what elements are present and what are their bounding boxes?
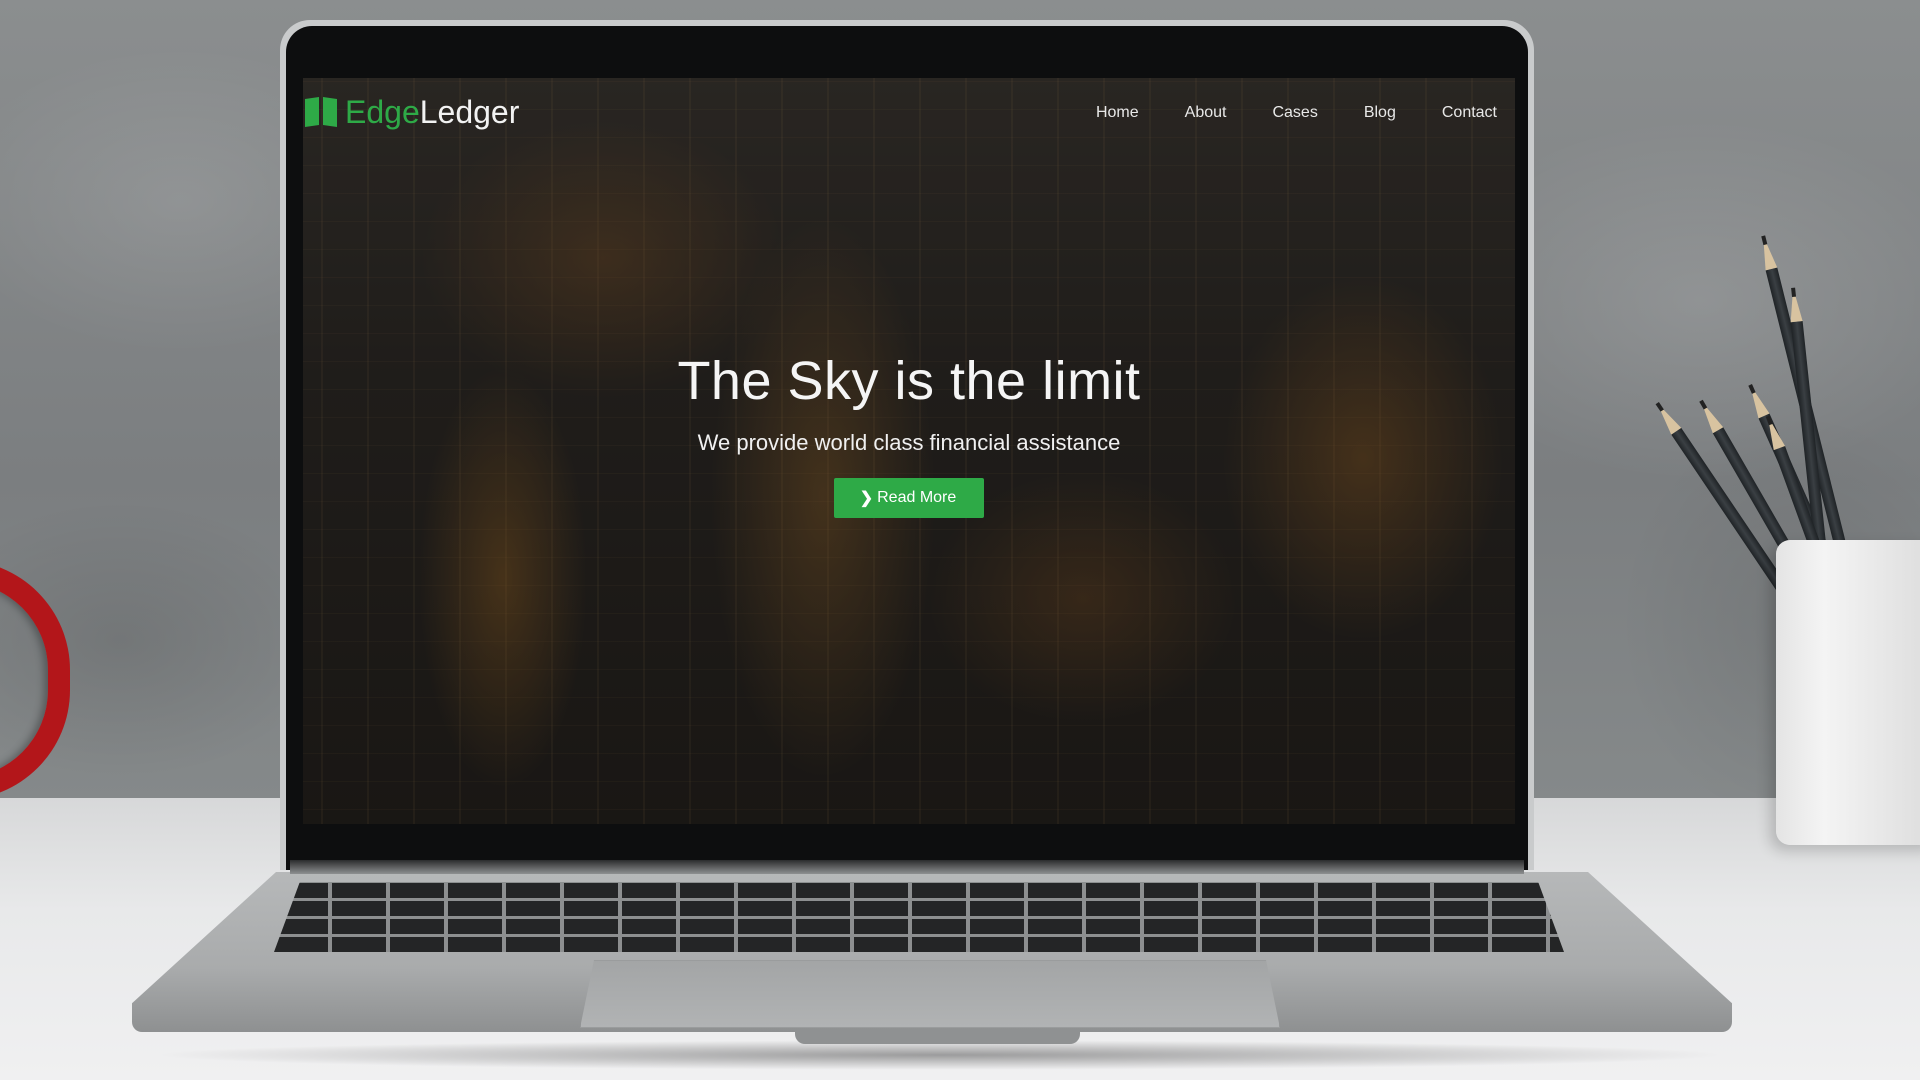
- hero-section: The Sky is the limit We provide world cl…: [303, 350, 1515, 518]
- laptop-hinge: [290, 860, 1524, 874]
- hero-subtitle: We provide world class financial assista…: [697, 430, 1121, 455]
- laptop-trackpad: [580, 960, 1280, 1028]
- nav-link-contact[interactable]: Contact: [1442, 104, 1497, 122]
- nav-link-home[interactable]: Home: [1096, 104, 1139, 122]
- nav-link-cases[interactable]: Cases: [1272, 104, 1317, 122]
- read-more-label: Read More: [877, 489, 957, 506]
- nav-link-blog[interactable]: Blog: [1364, 104, 1396, 122]
- open-book-icon: [305, 98, 337, 126]
- pencil-cup: [1776, 540, 1920, 845]
- brand-name-first: Edge: [345, 93, 420, 130]
- brand-name-second: Ledger: [419, 93, 520, 130]
- hero-title: The Sky is the limit: [677, 351, 1141, 411]
- site-header: Edge Ledger Home About Cases Blog Contac…: [303, 78, 1515, 148]
- nav-link-about[interactable]: About: [1185, 104, 1227, 122]
- laptop-lip: [795, 1030, 1080, 1044]
- brand-name: Edge Ledger: [345, 94, 519, 131]
- read-more-button[interactable]: ❯ Read More: [833, 478, 985, 518]
- brand-logo[interactable]: Edge Ledger: [305, 92, 519, 132]
- chevron-right-icon: ❯: [859, 490, 874, 507]
- main-navigation: Home About Cases Blog Contact: [1096, 104, 1497, 122]
- laptop-shadow: [150, 1040, 1730, 1070]
- laptop-keyboard: [274, 882, 1564, 952]
